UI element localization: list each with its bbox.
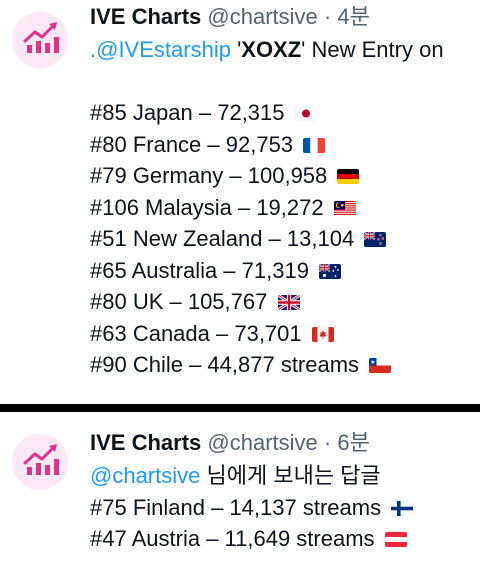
entry-text: #47 Austria – 11,649 streams bbox=[90, 526, 375, 551]
timestamp[interactable]: 6분 bbox=[337, 430, 369, 455]
canada-flag-icon bbox=[311, 326, 334, 342]
chart-entry: #63 Canada – 73,701 bbox=[90, 318, 480, 350]
separator-dot: · bbox=[323, 4, 332, 29]
uk-flag-icon bbox=[277, 295, 300, 310]
entry-text: #51 New Zealand – 13,104 bbox=[90, 226, 355, 251]
malaysia-flag-icon bbox=[333, 200, 356, 216]
chile-flag-icon bbox=[369, 358, 392, 373]
japan-flag-icon bbox=[294, 106, 317, 121]
chart-entry: #47 Austria – 11,649 streams bbox=[90, 523, 480, 555]
entry-text: #80 France – 92,753 bbox=[90, 131, 294, 157]
austria-flag-icon bbox=[384, 532, 407, 547]
reply-handle-link[interactable]: @chartsive bbox=[90, 463, 200, 488]
timestamp[interactable]: 4분 bbox=[337, 4, 369, 29]
chart-trend-icon bbox=[23, 22, 59, 53]
entry-text: #75 Finland – 14,137 streams bbox=[90, 494, 382, 520]
entry-text: #63 Canada – 73,701 bbox=[90, 320, 302, 346]
chart-entry: #51 New Zealand – 13,104 bbox=[90, 223, 480, 255]
entry-text: #106 Malaysia – 19,272 bbox=[90, 194, 324, 220]
entry-text: #85 Japan – 72,315 bbox=[90, 100, 285, 125]
tweet-intro: .@IVEstarship 'XOXZ' New Entry on bbox=[90, 37, 444, 62]
entry-text: #65 Australia – 71,319 bbox=[90, 257, 309, 283]
song-title: XOXZ bbox=[241, 37, 302, 62]
reply-context: @chartsive 님에게 보내는 답글 bbox=[90, 460, 480, 492]
tweet-header: IVE Charts @chartsive · 4분 bbox=[90, 4, 370, 30]
chart-entry: #75 Finland – 14,137 streams bbox=[90, 492, 480, 524]
mention-link[interactable]: .@IVEstarship bbox=[90, 37, 231, 62]
user-handle[interactable]: @chartsive bbox=[207, 4, 317, 29]
chart-entry: #80 France – 92,753 bbox=[90, 129, 480, 161]
display-name[interactable]: IVE Charts bbox=[90, 4, 201, 29]
entry-text: #79 Germany – 100,958 bbox=[90, 163, 328, 188]
avatar[interactable] bbox=[12, 434, 68, 490]
australia-flag-icon bbox=[319, 263, 342, 279]
chart-entry: #79 Germany – 100,958 bbox=[90, 160, 480, 192]
entry-text: #80 UK – 105,767 bbox=[90, 289, 268, 314]
finland-flag-icon bbox=[391, 500, 414, 516]
entry-text: #90 Chile – 44,877 streams bbox=[90, 352, 360, 377]
tweet-body: .@IVEstarship 'XOXZ' New Entry on #85 Ja… bbox=[90, 34, 480, 381]
avatar[interactable] bbox=[12, 12, 68, 68]
tweet-body: @chartsive 님에게 보내는 답글 #75 Finland – 14,1… bbox=[90, 460, 480, 555]
tweet-reply[interactable]: IVE Charts @chartsive · 6분 @chartsive 님에… bbox=[0, 412, 480, 565]
chart-entry: #65 Australia – 71,319 bbox=[90, 255, 480, 287]
chart-entry: #80 UK – 105,767 bbox=[90, 286, 480, 318]
chart-entry: #106 Malaysia – 19,272 bbox=[90, 192, 480, 224]
separator-dot: · bbox=[323, 430, 332, 455]
display-name[interactable]: IVE Charts bbox=[90, 430, 201, 455]
chart-entry: #85 Japan – 72,315 bbox=[90, 97, 480, 129]
intro-text: New Entry on bbox=[311, 37, 444, 62]
germany-flag-icon bbox=[337, 169, 360, 184]
tweet-header: IVE Charts @chartsive · 6분 bbox=[90, 430, 370, 456]
user-handle[interactable]: @chartsive bbox=[207, 430, 317, 455]
france-flag-icon bbox=[303, 137, 326, 153]
chart-trend-icon bbox=[23, 444, 59, 475]
tweet[interactable]: IVE Charts @chartsive · 4분 .@IVEstarship… bbox=[0, 0, 480, 404]
reply-to-text: 님에게 보내는 답글 bbox=[206, 463, 381, 488]
chart-entry: #90 Chile – 44,877 streams bbox=[90, 349, 480, 381]
tweet-divider bbox=[0, 404, 480, 412]
new-zealand-flag-icon bbox=[364, 232, 387, 247]
